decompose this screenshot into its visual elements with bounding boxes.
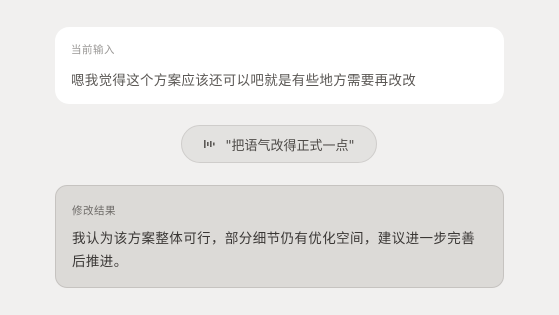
current-input-text: 嗯我觉得这个方案应该还可以吧就是有些地方需要再改改 (71, 73, 416, 89)
voice-command-pill[interactable]: "把语气改得正式一点" (181, 125, 377, 163)
voice-command-text: "把语气改得正式一点" (225, 138, 355, 154)
result-label: 修改结果 (72, 205, 116, 217)
result-card: 修改结果 我认为该方案整体可行，部分细节仍有优化空间，建议进一步完善后推进。 (55, 185, 504, 288)
waveform-icon (203, 140, 215, 148)
current-input-label: 当前输入 (71, 44, 115, 56)
result-text: 我认为该方案整体可行，部分细节仍有优化空间，建议进一步完善后推进。 (72, 231, 476, 270)
current-input-card: 当前输入 嗯我觉得这个方案应该还可以吧就是有些地方需要再改改 (55, 27, 504, 104)
